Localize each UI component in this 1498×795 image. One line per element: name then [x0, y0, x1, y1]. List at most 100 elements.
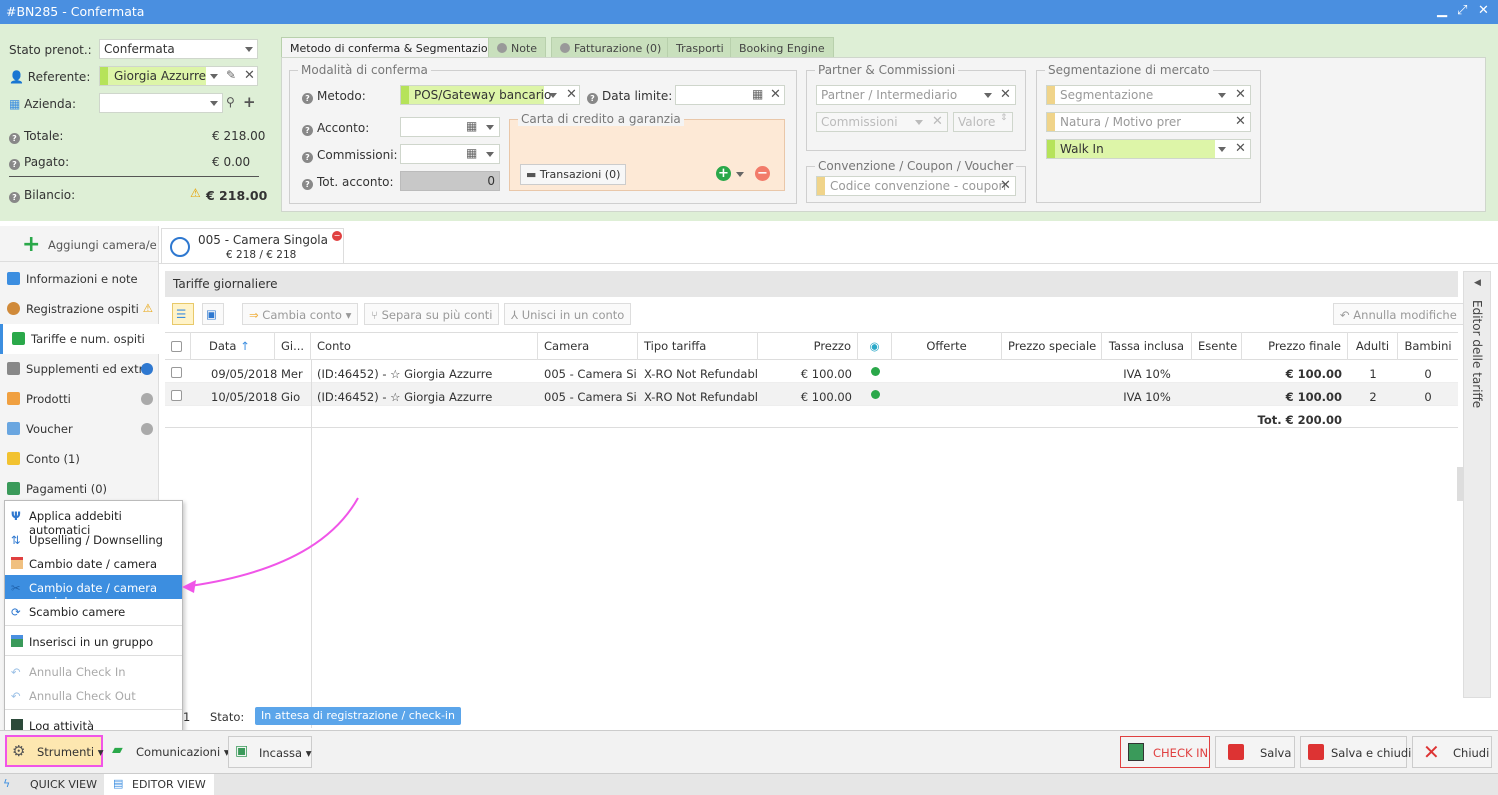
transazioni-button[interactable]: ▬ Transazioni (0) [520, 164, 627, 185]
header-giorno[interactable]: Gi... [275, 332, 311, 360]
header-adulti[interactable]: Adulti [1348, 332, 1398, 360]
undo-icon: ↶ [1340, 308, 1350, 322]
room-tab[interactable]: 005 - Camera Singola € 218 / € 218 − [161, 228, 344, 264]
sidebar-item-registrazione[interactable]: Registrazione ospiti ⚠ [0, 294, 159, 324]
salva-button[interactable]: Salva [1215, 736, 1295, 768]
minimize-icon[interactable]: ▁ [1437, 3, 1447, 18]
azienda-field[interactable] [99, 93, 223, 113]
natura-select[interactable]: Natura / Motivo prenotazione [1046, 112, 1251, 132]
annotation-arrow [182, 497, 359, 593]
add-icon[interactable]: + [243, 93, 256, 111]
row-checkbox[interactable] [171, 390, 182, 401]
sidebar-item-prodotti[interactable]: Prodotti [0, 384, 159, 414]
menu-item-cambio-date[interactable]: Cambio date / camera [5, 551, 182, 575]
header-data[interactable]: Data ↑ [203, 332, 275, 360]
transazioni-label: Transazioni (0) [539, 168, 621, 181]
header-camera[interactable]: Camera [538, 332, 638, 360]
chevron-down-icon[interactable] [549, 93, 557, 98]
calculator-icon[interactable]: ▦ [466, 146, 477, 160]
sidebar-item-supplementi[interactable]: Supplementi ed extra [0, 354, 159, 384]
clear-icon[interactable]: ✕ [1235, 114, 1246, 129]
menu-item-scambio-camere[interactable]: ⟳ Scambio camere [5, 599, 182, 623]
chevron-down-icon[interactable] [984, 93, 992, 98]
menu-item-label: Annulla Check In [29, 665, 126, 679]
chevron-down-icon[interactable] [210, 101, 218, 106]
edit-icon[interactable]: ✎ [226, 68, 236, 82]
tab-metodo-conferma[interactable]: Metodo di conferma & Segmentazione [281, 37, 511, 58]
header-conto[interactable]: Conto [311, 332, 538, 360]
acconto-field[interactable] [400, 117, 500, 137]
tab-note[interactable]: Note [488, 37, 547, 58]
chevron-down-icon[interactable] [1218, 147, 1226, 152]
comunicazioni-button[interactable]: ▰ Comunicazioni ▾ [108, 736, 230, 768]
acconto-label: ? Acconto: [302, 121, 369, 136]
chiudi-button[interactable]: ✕ Chiudi [1412, 736, 1492, 768]
separa-button[interactable]: ⑂ Separa su più conti [364, 303, 500, 325]
calendar-icon[interactable]: ▦ [752, 87, 763, 101]
clear-icon[interactable]: ✕ [1235, 141, 1246, 156]
expand-left-icon[interactable]: ◀ [1474, 278, 1481, 288]
checkin-button[interactable]: CHECK IN [1120, 736, 1210, 768]
clear-icon[interactable]: ✕ [770, 87, 781, 102]
convenzione-field[interactable]: Codice convenzione - coupon [816, 176, 1016, 196]
select-all-button[interactable]: ▣ [202, 303, 224, 325]
editor-view-tab[interactable]: ▤ EDITOR VIEW [104, 774, 214, 795]
sidebar-item-conto[interactable]: Conto (1) [0, 444, 159, 474]
header-label: Prezzo speciale [1008, 339, 1097, 353]
chevron-down-icon[interactable] [1218, 93, 1226, 98]
header-label: Camera [544, 339, 590, 353]
clear-icon[interactable]: ✕ [1000, 87, 1011, 102]
clear-icon[interactable]: ✕ [244, 68, 255, 83]
strumenti-button[interactable]: ⚙ Strumenti ▾ [5, 735, 104, 767]
chevron-down-icon[interactable] [486, 152, 494, 157]
add-card-icon[interactable]: + [716, 166, 731, 181]
tab-trasporti[interactable]: Trasporti [667, 37, 733, 58]
header-prezzo[interactable]: Prezzo [758, 332, 858, 360]
stato-select[interactable]: Confermata [99, 39, 258, 59]
calculator-icon[interactable]: ▦ [466, 119, 477, 133]
maximize-icon[interactable]: ⤢ [1457, 3, 1467, 18]
clear-icon[interactable]: ✕ [1000, 178, 1011, 193]
commissioni-field[interactable] [400, 144, 500, 164]
splitter-handle[interactable] [1457, 467, 1463, 501]
close-icon[interactable]: ✕ [1478, 3, 1489, 18]
tab-booking-engine[interactable]: Booking Engine [730, 37, 834, 58]
chevron-down-icon[interactable] [736, 172, 744, 177]
header-prezzo-speciale[interactable]: Prezzo speciale [1002, 332, 1102, 360]
header-offerte[interactable]: Offerte [892, 332, 1002, 360]
menu-item-cambio-date-parziale[interactable]: ✂ Cambio date / camera parziale [5, 575, 182, 609]
sidebar-item-tariffe[interactable]: Tariffe e num. ospiti [0, 324, 159, 354]
header-visibility[interactable]: ◉ [858, 332, 892, 360]
menu-item-inserisci-gruppo[interactable]: Inserisci in un gruppo [5, 629, 182, 653]
row-checkbox[interactable] [171, 367, 182, 378]
header-prezzo-finale[interactable]: Prezzo finale [1242, 332, 1348, 360]
salva-chiudi-button[interactable]: Salva e chiudi [1300, 736, 1411, 768]
chevron-down-icon[interactable] [486, 125, 494, 130]
header-esente[interactable]: Esente [1192, 332, 1242, 360]
clear-icon[interactable]: ✕ [566, 87, 577, 102]
data-limite-field[interactable] [675, 85, 785, 105]
add-room-button[interactable]: + Aggiungi camera/e [0, 228, 159, 262]
cambia-conto-button[interactable]: ⇒ Cambia conto ▾ [242, 303, 359, 325]
search-icon[interactable]: ⚲ [226, 95, 235, 109]
header-tipo-tariffa[interactable]: Tipo tariffa [638, 332, 758, 360]
header-bambini[interactable]: Bambini [1398, 332, 1458, 360]
menu-item-upselling[interactable]: ⇅ Upselling / Downselling [5, 527, 182, 551]
sidebar-item-informazioni[interactable]: Informazioni e note [0, 264, 159, 294]
quick-view-tab[interactable]: ϟ QUICK VIEW [0, 774, 104, 795]
header-tassa[interactable]: Tassa inclusa [1102, 332, 1192, 360]
menu-item-label: Cambio date / camera [29, 557, 158, 571]
close-tab-icon[interactable]: − [332, 231, 342, 241]
unisci-button[interactable]: ⅄ Unisci in un conto [504, 303, 632, 325]
remove-card-icon[interactable]: − [755, 166, 770, 181]
editor-tariffe-panel[interactable]: ◀ Editor delle tariffe [1463, 271, 1491, 698]
clear-icon[interactable]: ✕ [1235, 87, 1246, 102]
sidebar-item-voucher[interactable]: Voucher [0, 414, 159, 444]
incassa-button[interactable]: ▣ Incassa ▾ [228, 736, 312, 768]
chevron-down-icon[interactable] [210, 74, 218, 79]
list-view-button[interactable]: ☰ [172, 303, 194, 325]
tab-fatturazione[interactable]: Fatturazione (0) [551, 37, 671, 58]
menu-item-applica-addebiti[interactable]: Ψ Applica addebiti automatici [5, 503, 182, 537]
chevron-down-icon[interactable] [245, 47, 253, 52]
annulla-modifiche-button[interactable]: ↶ Annulla modifiche [1333, 303, 1464, 325]
